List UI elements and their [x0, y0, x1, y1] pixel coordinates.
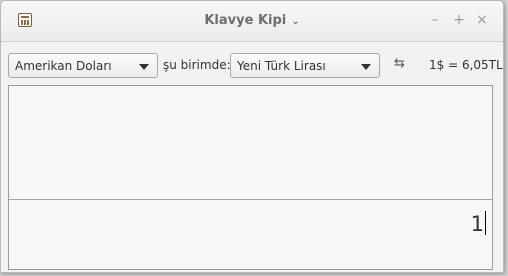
history-area [9, 86, 492, 200]
from-currency-value: Amerikan Doları [15, 59, 112, 73]
minimize-button[interactable]: – [428, 12, 442, 28]
expression-input[interactable]: 1 [471, 211, 486, 236]
text-cursor [485, 211, 486, 235]
window-title-text: Klavye Kipi [204, 13, 287, 28]
dropdown-arrow-icon [139, 64, 149, 70]
close-button[interactable]: × [475, 12, 489, 28]
calculator-window: Klavye Kipi ⌄ – + × Amerikan Doları şu bi… [0, 0, 504, 273]
dropdown-arrow-icon [361, 64, 371, 70]
unit-label: şu birimde: [163, 58, 231, 72]
title-bar[interactable]: Klavye Kipi ⌄ – + × [1, 1, 503, 42]
conversion-toolbar: Amerikan Doları şu birimde: Yeni Türk Li… [1, 42, 503, 84]
to-currency-value: Yeni Türk Lirası [237, 59, 326, 73]
maximize-button[interactable]: + [452, 12, 466, 28]
input-value: 1 [470, 212, 484, 236]
to-currency-select[interactable]: Yeni Türk Lirası [230, 53, 380, 78]
exchange-rate-text: 1$ = 6,05TL [429, 58, 503, 72]
chevron-down-icon[interactable]: ⌄ [291, 16, 299, 27]
from-currency-select[interactable]: Amerikan Doları [8, 53, 158, 78]
swap-icon[interactable]: ⇆ [394, 56, 405, 71]
calculator-display[interactable]: 1 [8, 85, 493, 270]
